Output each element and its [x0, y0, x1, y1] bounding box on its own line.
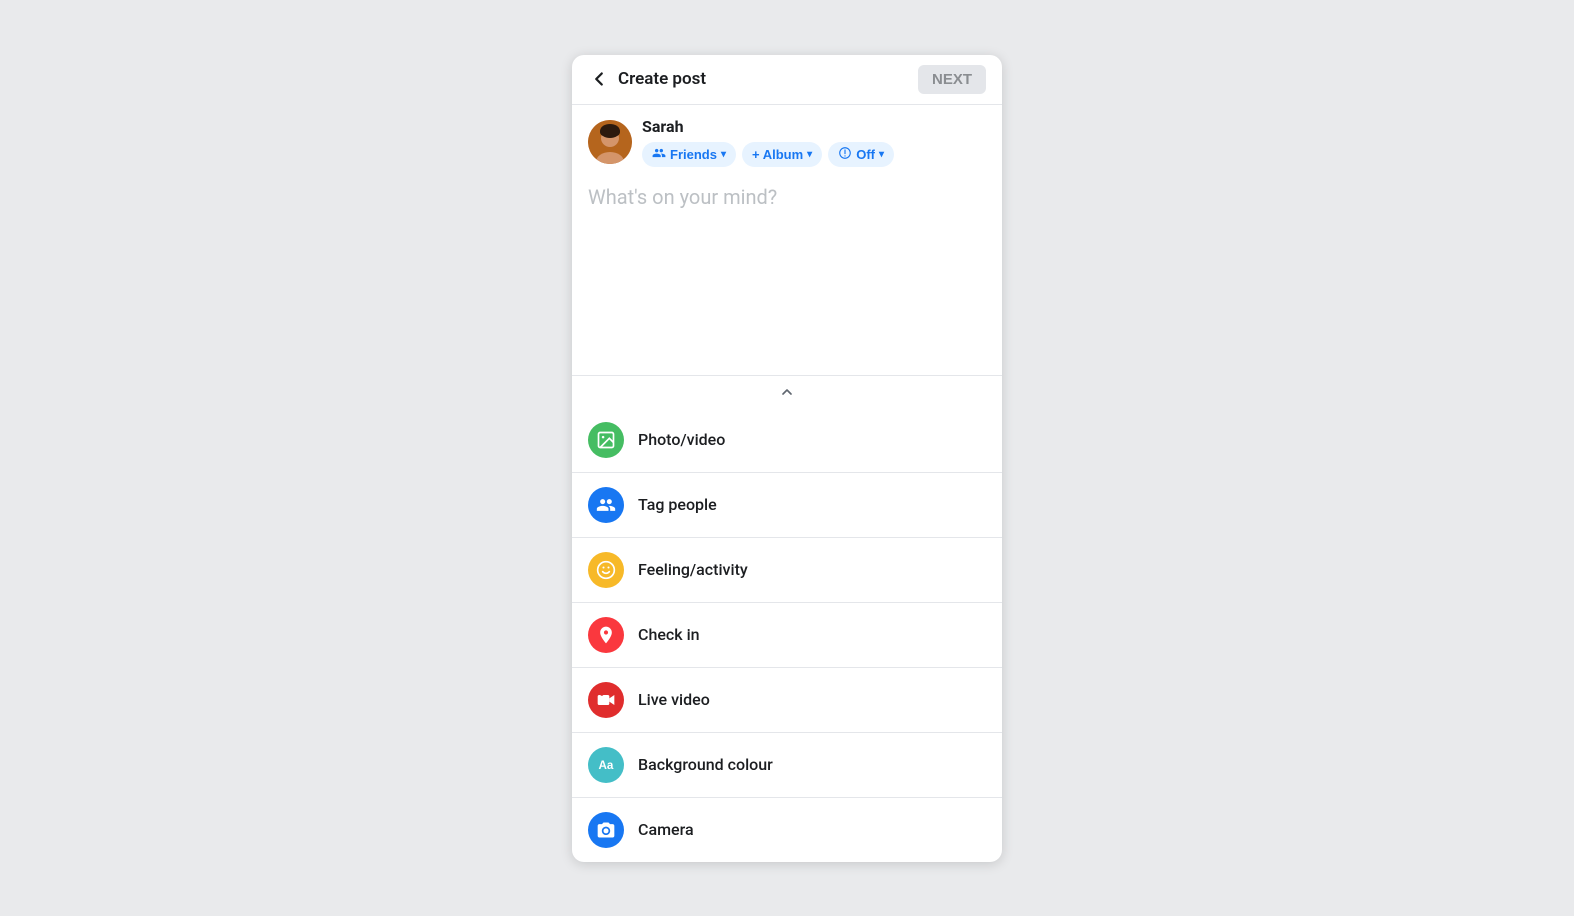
menu-item-live-video[interactable]: Live video: [572, 668, 1002, 733]
create-post-modal: Create post NEXT Sarah: [572, 55, 1002, 862]
menu-item-background-colour[interactable]: Aa Background colour: [572, 733, 1002, 798]
feeling-icon: [588, 552, 624, 588]
album-chevron-icon: ▾: [807, 149, 812, 160]
menu-item-check-in[interactable]: Check in: [572, 603, 1002, 668]
off-icon: [838, 146, 852, 163]
check-in-icon: [588, 617, 624, 653]
tag-people-icon: [588, 487, 624, 523]
menu-item-photo-video[interactable]: Photo/video: [572, 408, 1002, 473]
modal-header: Create post NEXT: [572, 55, 1002, 105]
friends-icon: [652, 146, 666, 163]
header-left: Create post: [588, 68, 706, 90]
camera-label: Camera: [638, 820, 694, 839]
controls-row: Friends ▾ + Album ▾ Off: [642, 142, 894, 167]
back-button[interactable]: [588, 68, 610, 90]
collapse-button[interactable]: [572, 375, 1002, 408]
friends-chevron-icon: ▾: [721, 149, 726, 160]
menu-item-feeling[interactable]: Feeling/activity: [572, 538, 1002, 603]
live-video-icon: [588, 682, 624, 718]
check-in-label: Check in: [638, 625, 700, 644]
live-video-label: Live video: [638, 690, 710, 709]
photo-video-label: Photo/video: [638, 430, 725, 449]
photo-video-icon: [588, 422, 624, 458]
menu-item-tag-people[interactable]: Tag people: [572, 473, 1002, 538]
album-label: + Album: [752, 147, 803, 162]
background-colour-icon: Aa: [588, 747, 624, 783]
feeling-label: Feeling/activity: [638, 560, 748, 579]
user-row: Sarah Friends ▾ + Album ▾: [588, 117, 986, 167]
album-button[interactable]: + Album ▾: [742, 142, 822, 167]
user-info: Sarah Friends ▾ + Album ▾: [642, 117, 894, 167]
avatar: [588, 120, 632, 164]
menu-item-camera[interactable]: Camera: [572, 798, 1002, 862]
post-text-area[interactable]: What's on your mind?: [572, 175, 1002, 375]
off-label: Off: [856, 147, 875, 162]
friends-label: Friends: [670, 147, 717, 162]
user-name: Sarah: [642, 117, 894, 136]
menu-list: Photo/video Tag people Feeling/activi: [572, 408, 1002, 862]
modal-title: Create post: [618, 69, 706, 89]
post-placeholder: What's on your mind?: [588, 185, 777, 209]
next-button[interactable]: NEXT: [918, 65, 986, 94]
off-chevron-icon: ▾: [879, 149, 884, 160]
user-section: Sarah Friends ▾ + Album ▾: [572, 105, 1002, 175]
friends-button[interactable]: Friends ▾: [642, 142, 736, 167]
tag-people-label: Tag people: [638, 495, 717, 514]
camera-icon: [588, 812, 624, 848]
svg-text:Aa: Aa: [599, 759, 614, 772]
background-colour-label: Background colour: [638, 755, 773, 774]
off-button[interactable]: Off ▾: [828, 142, 894, 167]
